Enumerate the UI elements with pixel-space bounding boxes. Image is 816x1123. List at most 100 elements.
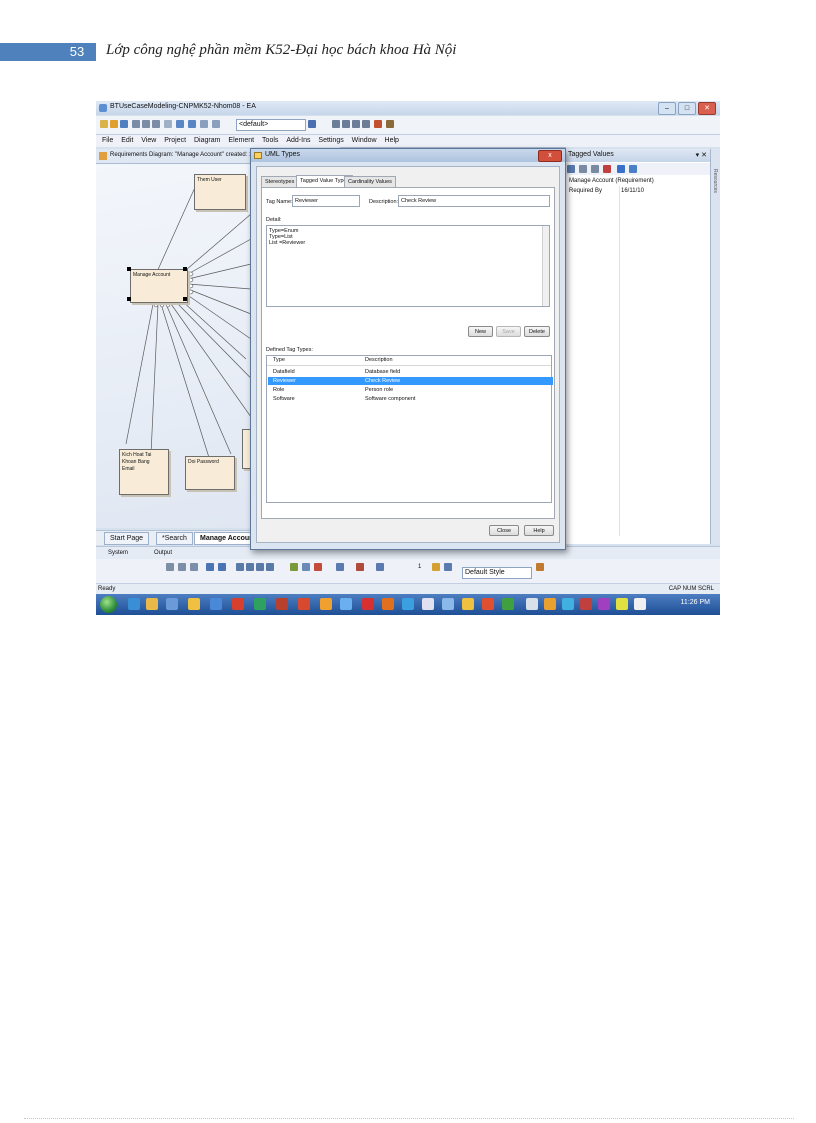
menu-tools[interactable]: Tools bbox=[262, 135, 278, 147]
taskbar-app-icon[interactable] bbox=[188, 598, 200, 610]
taskbar-app-icon[interactable] bbox=[442, 598, 454, 610]
tray-icon[interactable] bbox=[562, 598, 574, 610]
tray-icon[interactable] bbox=[616, 598, 628, 610]
taskbar-app-icon[interactable] bbox=[232, 598, 244, 610]
menu-view[interactable]: View bbox=[141, 135, 156, 147]
minimize-icon[interactable]: – bbox=[658, 102, 676, 115]
taskbar-app-icon[interactable] bbox=[402, 598, 414, 610]
line-color-icon[interactable] bbox=[376, 563, 384, 571]
menu-settings[interactable]: Settings bbox=[318, 135, 343, 147]
column-description[interactable]: Description bbox=[365, 356, 393, 364]
menu-file[interactable]: File bbox=[102, 135, 113, 147]
taskbar-app-icon[interactable] bbox=[340, 598, 352, 610]
find-icon[interactable] bbox=[200, 120, 208, 128]
layout-icon[interactable] bbox=[166, 563, 174, 571]
detail-textarea[interactable]: Type=Enum Type=List List =Reviewer bbox=[266, 225, 550, 307]
connect-icon[interactable] bbox=[218, 563, 226, 571]
menu-window[interactable]: Window bbox=[352, 135, 377, 147]
cut-icon[interactable] bbox=[132, 120, 140, 128]
resources-strip-label[interactable]: Resources bbox=[712, 169, 718, 193]
zoom-full-icon[interactable] bbox=[266, 563, 274, 571]
delete-tag-icon[interactable] bbox=[603, 165, 611, 173]
taskbar-app-icon[interactable] bbox=[462, 598, 474, 610]
dialog-close-icon[interactable]: x bbox=[538, 150, 562, 162]
tray-icon[interactable] bbox=[580, 598, 592, 610]
zoom-icon[interactable] bbox=[308, 120, 316, 128]
use-case-kich-hoat[interactable]: Kich Hoat Tai Khoan Bang Email bbox=[119, 449, 169, 495]
selection-handle[interactable] bbox=[127, 267, 131, 271]
taskbar-app-icon[interactable] bbox=[276, 598, 288, 610]
panel-close-icon[interactable]: ▾ ✕ bbox=[696, 151, 707, 159]
snap-icon[interactable] bbox=[190, 563, 198, 571]
close-button[interactable]: Close bbox=[489, 525, 519, 536]
link-icon[interactable] bbox=[206, 563, 214, 571]
tab-system[interactable]: System bbox=[108, 548, 128, 558]
menu-help[interactable]: Help bbox=[385, 135, 399, 147]
add-tag-icon[interactable] bbox=[579, 165, 587, 173]
zoom-out-icon[interactable] bbox=[246, 563, 254, 571]
explorer-icon[interactable] bbox=[146, 598, 158, 610]
tab-search[interactable]: *Search bbox=[156, 532, 193, 545]
close-icon[interactable]: ✕ bbox=[698, 102, 716, 115]
menu-diagram[interactable]: Diagram bbox=[194, 135, 220, 147]
layout-tree-icon[interactable] bbox=[290, 563, 298, 571]
new-button[interactable]: New bbox=[468, 326, 493, 337]
help-button[interactable]: Help bbox=[524, 525, 554, 536]
selection-handle[interactable] bbox=[183, 267, 187, 271]
tray-icon[interactable] bbox=[634, 598, 646, 610]
table-row[interactable]: Role Person role bbox=[268, 386, 553, 394]
detail-scrollbar[interactable] bbox=[542, 226, 549, 306]
menu-edit[interactable]: Edit bbox=[121, 135, 133, 147]
pencil-icon[interactable] bbox=[386, 120, 394, 128]
maximize-icon[interactable]: □ bbox=[678, 102, 696, 115]
selection-handle[interactable] bbox=[183, 297, 187, 301]
open-icon[interactable] bbox=[110, 120, 118, 128]
font-icon[interactable] bbox=[352, 120, 360, 128]
tray-icon[interactable] bbox=[598, 598, 610, 610]
use-case-manage-account[interactable]: Manage Account bbox=[130, 269, 188, 303]
tray-icon[interactable] bbox=[526, 598, 538, 610]
font-color-icon[interactable] bbox=[356, 563, 364, 571]
taskbar-app-icon[interactable] bbox=[320, 598, 332, 610]
delete-button[interactable]: Delete bbox=[524, 326, 550, 337]
align-icon[interactable] bbox=[332, 120, 340, 128]
tagged-value-value[interactable]: 16/11/10 bbox=[621, 187, 644, 196]
menu-project[interactable]: Project bbox=[164, 135, 186, 147]
preview-icon[interactable] bbox=[188, 120, 196, 128]
edit-tag-icon[interactable] bbox=[591, 165, 599, 173]
zoom-fit-icon[interactable] bbox=[256, 563, 264, 571]
style-combo[interactable]: <default> bbox=[236, 119, 306, 131]
properties-icon[interactable] bbox=[212, 120, 220, 128]
tagged-value-name[interactable]: Required By bbox=[569, 187, 602, 196]
description-input[interactable]: Check Review bbox=[398, 195, 550, 207]
taskbar-app-icon[interactable] bbox=[210, 598, 222, 610]
style-paint-icon[interactable] bbox=[432, 563, 440, 571]
use-case-doi-password[interactable]: Doi Password bbox=[185, 456, 235, 490]
table-row[interactable]: Software Software component bbox=[268, 395, 553, 403]
tag-name-input[interactable]: Reviewer bbox=[292, 195, 360, 207]
taskbar-app-icon[interactable] bbox=[382, 598, 394, 610]
new-icon[interactable] bbox=[100, 120, 108, 128]
column-type[interactable]: Type bbox=[273, 356, 285, 364]
save-button[interactable]: Save bbox=[496, 326, 521, 337]
undo-icon[interactable] bbox=[164, 120, 172, 128]
tab-output[interactable]: Output bbox=[154, 548, 172, 558]
tag-types-icon[interactable] bbox=[617, 165, 625, 173]
format-icon[interactable] bbox=[342, 120, 350, 128]
list-icon[interactable] bbox=[362, 120, 370, 128]
color-icon[interactable] bbox=[374, 120, 382, 128]
taskbar-app-icon[interactable] bbox=[362, 598, 374, 610]
table-row-selected[interactable]: Reviewer Check Review bbox=[268, 377, 553, 385]
ie-icon[interactable] bbox=[128, 598, 140, 610]
taskbar-app-icon[interactable] bbox=[502, 598, 514, 610]
taskbar-app-icon[interactable] bbox=[254, 598, 266, 610]
default-style-combo[interactable]: Default Style bbox=[462, 567, 532, 579]
grid-icon[interactable] bbox=[178, 563, 186, 571]
paste-icon[interactable] bbox=[152, 120, 160, 128]
arrange-icon[interactable] bbox=[302, 563, 310, 571]
taskbar-app-icon[interactable] bbox=[482, 598, 494, 610]
table-row[interactable]: Datafield Database field bbox=[268, 368, 553, 376]
taskbar-app-icon[interactable] bbox=[166, 598, 178, 610]
style-options-icon[interactable] bbox=[536, 563, 544, 571]
help-icon[interactable] bbox=[629, 165, 637, 173]
